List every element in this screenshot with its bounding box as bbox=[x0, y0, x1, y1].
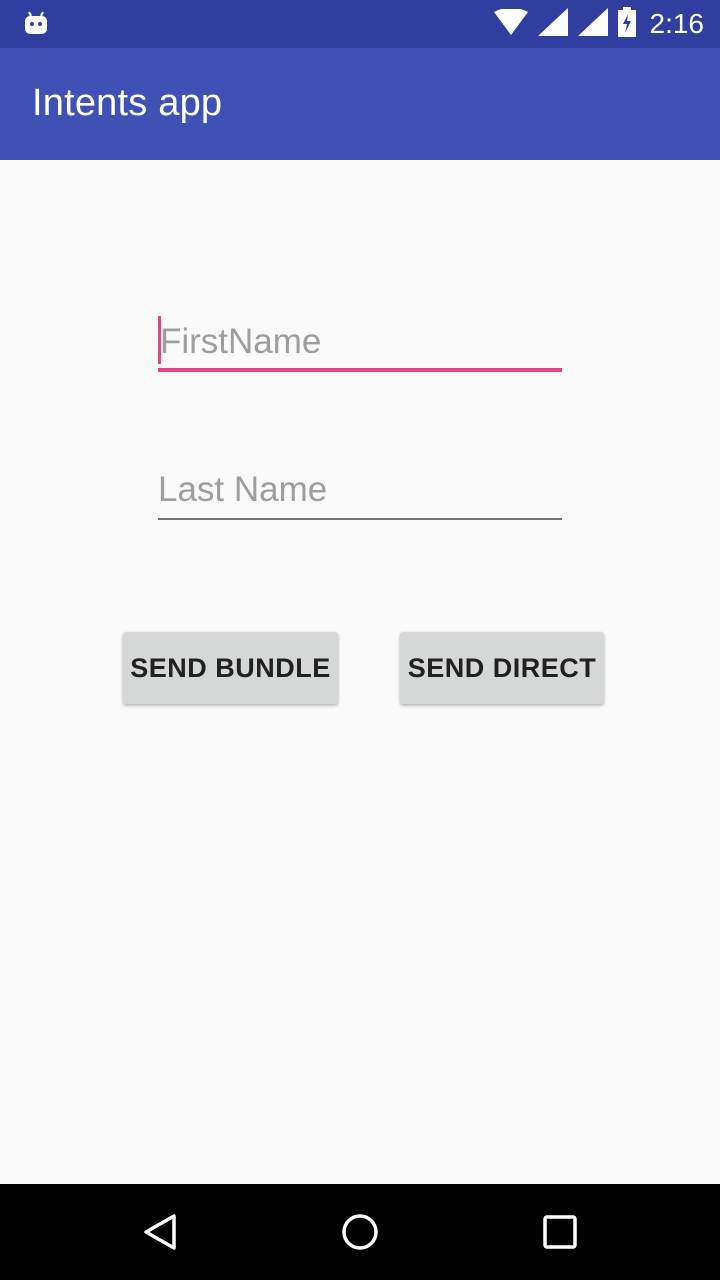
app-bar: Intents app bbox=[0, 48, 720, 160]
first-name-underline bbox=[158, 368, 562, 372]
status-time: 2:16 bbox=[649, 8, 705, 39]
first-name-input[interactable] bbox=[158, 314, 564, 370]
first-name-field[interactable] bbox=[158, 314, 564, 374]
send-direct-button[interactable]: SEND DIRECT bbox=[400, 632, 604, 704]
status-bar: 2:16 bbox=[0, 0, 720, 48]
last-name-field[interactable] bbox=[158, 462, 562, 522]
android-debug-icon bbox=[24, 10, 48, 36]
signal-icon bbox=[577, 7, 608, 41]
recents-icon[interactable] bbox=[536, 1208, 584, 1256]
send-bundle-button[interactable]: SEND BUNDLE bbox=[123, 632, 338, 704]
battery-charging-icon bbox=[617, 6, 636, 42]
main-content: SEND BUNDLE SEND DIRECT bbox=[0, 160, 720, 1184]
home-icon[interactable] bbox=[336, 1208, 384, 1256]
status-icons: 2:16 bbox=[484, 0, 705, 48]
signal-icon bbox=[537, 7, 568, 41]
text-cursor bbox=[158, 316, 161, 364]
last-name-input[interactable] bbox=[158, 462, 562, 518]
wifi-icon bbox=[493, 7, 528, 40]
navigation-bar bbox=[0, 1184, 720, 1280]
app-title: Intents app bbox=[32, 82, 223, 124]
last-name-underline bbox=[158, 518, 562, 520]
back-icon[interactable] bbox=[136, 1208, 184, 1256]
